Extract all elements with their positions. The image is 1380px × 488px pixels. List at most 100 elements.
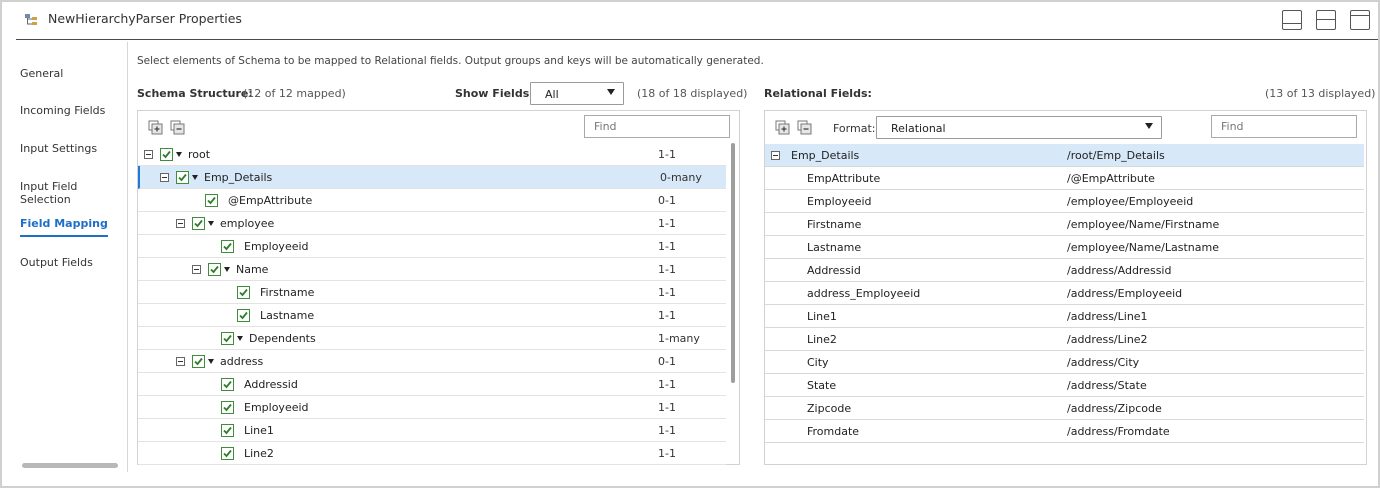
relational-fields-panel: Format: Relational Emp_Details/root/Emp_… [764, 110, 1367, 465]
chevron-down-icon [1145, 123, 1153, 129]
collapse-toggle-icon[interactable] [144, 150, 153, 159]
nav-item-field-mapping[interactable]: Field Mapping [20, 217, 108, 237]
relational-field-row[interactable]: State/address/State [765, 374, 1364, 397]
cardinality: 1-1 [658, 424, 676, 437]
show-fields-label: Show Fields: [455, 87, 534, 100]
checkbox-checked-icon[interactable] [237, 309, 250, 322]
schema-find-input[interactable] [584, 115, 730, 138]
relational-displayed-count: (13 of 13 displayed) [1265, 87, 1376, 100]
relational-group-row[interactable]: Emp_Details/root/Emp_Details [765, 144, 1364, 167]
relational-field-path: /employee/Employeeid [1067, 195, 1194, 208]
dock-split-button[interactable] [1316, 10, 1336, 30]
relational-field-path: /employee/Name/Lastname [1067, 241, 1219, 254]
collapse-toggle-icon[interactable] [771, 151, 780, 160]
tree-row[interactable]: Line2 1-1 [138, 442, 726, 465]
tree-row[interactable]: root 1-1 [138, 143, 726, 166]
tree-row[interactable]: Name 1-1 [138, 258, 726, 281]
checkbox-checked-icon[interactable] [205, 194, 218, 207]
nav-item-incoming-fields[interactable]: Incoming Fields [20, 104, 105, 117]
expand-all-icon[interactable] [148, 120, 163, 135]
tree-row[interactable]: address 0-1 [138, 350, 726, 373]
checkbox-checked-icon[interactable] [221, 240, 234, 253]
tree-row[interactable]: Dependents 1-many [138, 327, 726, 350]
relational-field-name: Line1 [807, 310, 837, 323]
properties-nav: General Incoming Fields Input Settings I… [18, 42, 128, 472]
caret-down-icon[interactable] [208, 221, 214, 226]
relational-field-path: /address/City [1067, 356, 1140, 369]
collapse-toggle-icon[interactable] [160, 173, 169, 182]
expand-all-icon[interactable] [775, 120, 790, 135]
tree-row[interactable]: Firstname 1-1 [138, 281, 726, 304]
checkbox-checked-icon[interactable] [221, 332, 234, 345]
tree-row[interactable]: Emp_Details 0-many [138, 166, 726, 189]
schema-vertical-scrollbar[interactable] [731, 143, 735, 383]
properties-window: NewHierarchyParser Properties General In… [0, 0, 1380, 488]
relational-field-row[interactable]: Firstname/employee/Name/Firstname [765, 213, 1364, 236]
checkbox-checked-icon[interactable] [160, 148, 173, 161]
tree-row[interactable]: employee 1-1 [138, 212, 726, 235]
caret-down-icon[interactable] [192, 175, 198, 180]
relational-field-path: /address/Line2 [1067, 333, 1148, 346]
relational-field-row[interactable]: Line1/address/Line1 [765, 305, 1364, 328]
caret-down-icon[interactable] [237, 336, 243, 341]
relational-field-row[interactable]: Lastname/employee/Name/Lastname [765, 236, 1364, 259]
relational-field-row[interactable]: City/address/City [765, 351, 1364, 374]
nav-horizontal-scrollbar[interactable] [22, 463, 118, 468]
cardinality: 1-1 [658, 401, 676, 414]
relational-field-row[interactable]: Employeeid/employee/Employeeid [765, 190, 1364, 213]
collapse-toggle-icon[interactable] [176, 219, 185, 228]
collapse-toggle-icon[interactable] [192, 265, 201, 274]
cardinality: 1-many [658, 332, 700, 345]
collapse-toggle-icon[interactable] [176, 357, 185, 366]
collapse-all-icon[interactable] [170, 120, 185, 135]
relational-field-row[interactable]: Fromdate/address/Fromdate [765, 420, 1364, 443]
tree-row[interactable]: @EmpAttribute 0-1 [138, 189, 726, 212]
checkbox-checked-icon[interactable] [192, 355, 205, 368]
checkbox-checked-icon[interactable] [221, 447, 234, 460]
nav-item-input-settings[interactable]: Input Settings [20, 142, 97, 155]
relational-field-path: /@EmpAttribute [1067, 172, 1155, 185]
chevron-down-icon [607, 89, 615, 95]
collapse-all-icon[interactable] [797, 120, 812, 135]
nav-item-output-fields[interactable]: Output Fields [20, 256, 93, 269]
tree-row[interactable]: Addressid 1-1 [138, 373, 726, 396]
checkbox-checked-icon[interactable] [221, 378, 234, 391]
cardinality: 1-1 [658, 286, 676, 299]
checkbox-checked-icon[interactable] [176, 171, 189, 184]
relational-field-row[interactable]: Zipcode/address/Zipcode [765, 397, 1364, 420]
hierarchy-parser-icon [25, 14, 37, 25]
dock-top-button[interactable] [1350, 10, 1370, 30]
cardinality: 1-1 [658, 378, 676, 391]
checkbox-checked-icon[interactable] [237, 286, 250, 299]
format-select[interactable]: Relational [876, 116, 1162, 139]
tree-row[interactable]: Line1 1-1 [138, 419, 726, 442]
tree-row[interactable]: Lastname 1-1 [138, 304, 726, 327]
checkbox-checked-icon[interactable] [221, 401, 234, 414]
nav-item-general[interactable]: General [20, 67, 63, 80]
relational-field-row[interactable]: address_Employeeid/address/Employeeid [765, 282, 1364, 305]
cardinality: 0-many [660, 171, 702, 184]
show-fields-select[interactable]: All [530, 82, 624, 105]
tree-node-label: Employeeid [244, 240, 309, 253]
cardinality: 0-1 [658, 355, 676, 368]
tree-node-label: Employeeid [244, 401, 309, 414]
caret-down-icon[interactable] [208, 359, 214, 364]
tree-row[interactable]: Employeeid 1-1 [138, 235, 726, 258]
checkbox-checked-icon[interactable] [192, 217, 205, 230]
relational-field-row[interactable]: Addressid/address/Addressid [765, 259, 1364, 282]
relational-field-name: Emp_Details [791, 149, 860, 162]
checkbox-checked-icon[interactable] [221, 424, 234, 437]
nav-item-input-field-selection[interactable]: Input Field Selection [20, 180, 127, 206]
caret-down-icon[interactable] [176, 152, 182, 157]
cardinality: 0-1 [658, 194, 676, 207]
instruction-text: Select elements of Schema to be mapped t… [137, 55, 764, 67]
checkbox-checked-icon[interactable] [208, 263, 221, 276]
relational-find-input[interactable] [1211, 115, 1357, 138]
tree-row[interactable]: Employeeid 1-1 [138, 396, 726, 419]
relational-field-row[interactable]: EmpAttribute /@EmpAttribute [765, 167, 1364, 190]
dock-bottom-button[interactable] [1282, 10, 1302, 30]
relational-field-row[interactable]: Line2/address/Line2 [765, 328, 1364, 351]
window-title: NewHierarchyParser Properties [48, 11, 242, 26]
active-underline [20, 235, 108, 237]
caret-down-icon[interactable] [224, 267, 230, 272]
